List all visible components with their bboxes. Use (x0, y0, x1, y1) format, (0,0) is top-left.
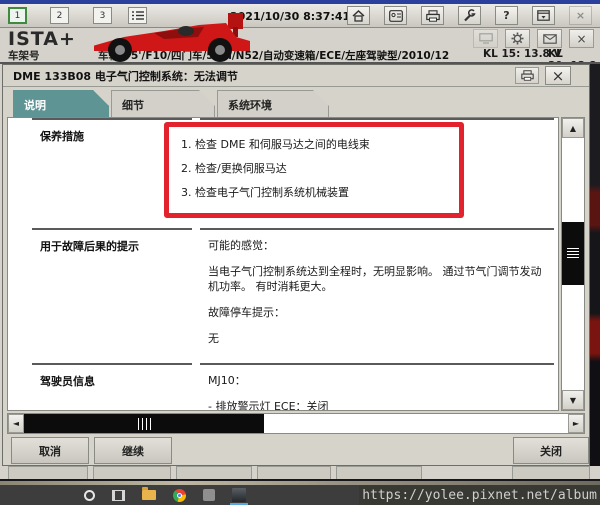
horizontal-scrollbar[interactable]: ◄ ► (7, 413, 585, 434)
task-view-icon[interactable] (112, 489, 125, 501)
vertical-scroll-thumb[interactable] (562, 222, 584, 285)
vehicle-info-bar: 车架号 车辆： 5'/F10/四门车/523i/N52/自动变速箱/ECE/左座… (0, 47, 600, 84)
printer-icon (520, 70, 534, 81)
content-line: 故障停车提示： (208, 306, 285, 319)
display-icon (478, 33, 493, 44)
background-button (8, 466, 88, 479)
background-button (336, 466, 422, 479)
help-button[interactable]: ? (495, 6, 518, 25)
gear-icon (511, 32, 524, 45)
brand-row: ISTA+ × (0, 28, 600, 50)
screen: { "window": { "datetime": "2021/10/30 8:… (0, 0, 600, 505)
active-app-icon[interactable] (230, 488, 248, 505)
dialog-title: DME 133B08 电子气门控制系统：无法调节 (13, 69, 238, 83)
dialog-tabs: 说明 细节 系统环境 (3, 89, 589, 117)
cortana-icon[interactable] (84, 489, 95, 501)
content-line: 1. 检查 DME 和伺服马达之间的电线束 (181, 138, 370, 151)
windows-taskbar: https://yolee.pixnet.net/album (0, 485, 600, 505)
content-line: - 排放警示灯 ECE：关闭 (208, 400, 329, 411)
background-button (257, 466, 331, 479)
main-toolbar: 1 2 3 2021/10/30 8:37:41 ? × (0, 4, 600, 28)
section-content: 可能的感觉： 当电子气门控制系统达到全程时，无明显影响。 通过节气门调节发动机功率… (200, 228, 554, 363)
chrome-icon[interactable] (173, 488, 186, 502)
dialog-print-button[interactable] (515, 67, 539, 84)
content-line: 无 (208, 332, 219, 345)
display-mode-button[interactable] (473, 29, 498, 48)
desktop-background-sliver (590, 64, 600, 466)
content-line: 2. 检查/更换伺服马达 (181, 162, 287, 175)
home-button[interactable] (347, 6, 370, 25)
tab-description[interactable]: 说明 (13, 90, 109, 117)
dialog-titlebar: DME 133B08 电子气门控制系统：无法调节 (3, 65, 589, 87)
close-icon: × (575, 9, 586, 22)
scroll-left-button[interactable]: ◄ (8, 414, 24, 433)
print-button[interactable] (421, 6, 444, 25)
section-content: 1. 检查 DME 和伺服马达之间的电线束 2. 检查/更换伺服马达 3. 检查电子… (164, 118, 554, 228)
content-line: 当电子气门控制系统达到全程时，无明显影响。 通过节气门调节发动机功率。 有时消耗… (208, 265, 542, 293)
app-close-button[interactable]: × (569, 6, 592, 25)
settings-button[interactable] (505, 29, 530, 48)
background-button (512, 466, 590, 479)
content-line: 3. 检查电子气门控制系统机械装置 (181, 186, 349, 199)
section-row: 用于故障后果的提示 可能的感觉： 当电子气门控制系统达到全程时，无明显影响。 通过节… (8, 228, 558, 363)
arrow-up-icon: ▲ (569, 123, 577, 133)
highlight-red-box: 1. 检查 DME 和伺服马达之间的电线束 2. 检查/更换伺服马达 3. 检查电子… (164, 122, 464, 218)
close-icon: × (576, 31, 587, 46)
arrow-right-icon: ► (572, 419, 580, 428)
wrench-icon (463, 9, 476, 22)
messages-button[interactable] (537, 29, 562, 48)
vertical-scrollbar[interactable]: ▲ ▼ (561, 117, 585, 411)
id-card-icon (388, 9, 403, 22)
watermark-text: https://yolee.pixnet.net/album (359, 485, 600, 505)
cancel-button[interactable]: 取消 (11, 437, 89, 464)
content-line: 可能的感觉： (208, 239, 274, 252)
tab-details[interactable]: 细节 (111, 90, 215, 117)
mail-icon (542, 33, 557, 44)
race-car-image (94, 11, 266, 63)
minimize-button[interactable] (532, 6, 555, 25)
scroll-up-button[interactable]: ▲ (562, 118, 584, 138)
section-row: 保养措施 1. 检查 DME 和伺服马达之间的电线束 2. 检查/更换伺服马达 3. … (8, 118, 558, 228)
section-row: 驾驶员信息MJ10：- 排放警示灯 ECE：关闭- 电子式发动机功率下降 ECE… (8, 363, 558, 411)
arrow-left-icon: ◄ (12, 419, 20, 428)
fault-detail-dialog: DME 133B08 电子气门控制系统：无法调节 × 说明 细节 系统环境 保养… (2, 64, 590, 466)
session-close-button[interactable]: × (569, 29, 594, 48)
vehicle-identification-button[interactable] (384, 6, 407, 25)
background-button-row (0, 466, 600, 479)
scroll-down-button[interactable]: ▼ (562, 390, 584, 410)
background-button (93, 466, 171, 479)
background-button (176, 466, 252, 479)
close-icon: × (551, 66, 565, 85)
home-icon (352, 9, 365, 22)
horizontal-scroll-thumb[interactable] (24, 414, 264, 433)
dialog-close-button[interactable]: × (545, 66, 571, 85)
app-icon[interactable] (203, 489, 215, 501)
section-label: 驾驶员信息 (32, 363, 192, 410)
vin-label: 车架号 (8, 50, 40, 62)
arrow-down-icon: ▼ (569, 395, 577, 405)
continue-button[interactable]: 继续 (94, 437, 172, 464)
grip-icon (137, 417, 151, 430)
printer-icon (425, 9, 440, 22)
tab-system-environment[interactable]: 系统环境 (217, 90, 329, 117)
scroll-right-button[interactable]: ► (568, 414, 584, 433)
section-label: 用于故障后果的提示 (32, 228, 192, 363)
content-sections: 保养措施 1. 检查 DME 和伺服马达之间的电线束 2. 检查/更换伺服马达 3. … (7, 117, 559, 411)
nav-step-1-button[interactable]: 1 (8, 7, 27, 24)
section-content: MJ10：- 排放警示灯 ECE：关闭- 电子式发动机功率下降 ECE：接通- … (200, 363, 554, 411)
settings-tools-button[interactable] (458, 6, 481, 25)
file-explorer-icon[interactable] (142, 487, 156, 500)
nav-step-2-button[interactable]: 2 (50, 7, 69, 24)
window-collapse-icon (537, 10, 550, 21)
help-icon: ? (503, 9, 510, 22)
content-line: MJ10： (208, 374, 246, 387)
close-button[interactable]: 关闭 (513, 437, 589, 464)
grip-icon (567, 248, 579, 259)
